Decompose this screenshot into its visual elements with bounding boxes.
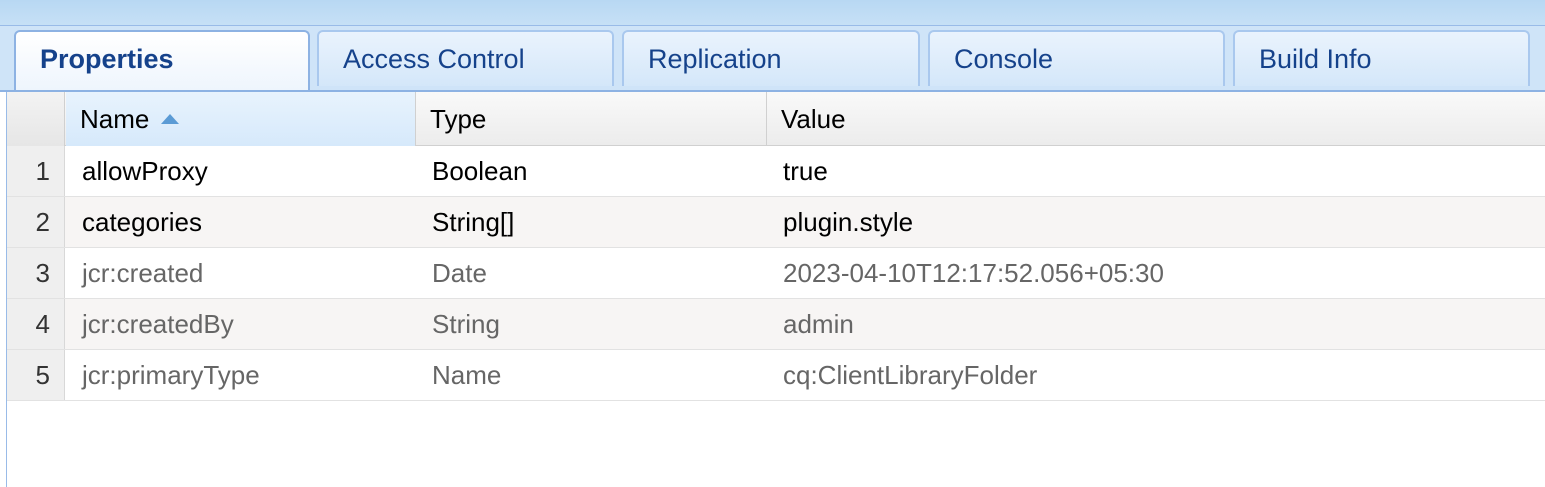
property-type: Date xyxy=(432,258,487,288)
tab-properties[interactable]: Properties xyxy=(14,30,310,90)
property-value: true xyxy=(783,156,828,186)
column-header-name[interactable]: Name xyxy=(66,92,416,146)
row-number: 5 xyxy=(7,350,65,400)
property-type: String[] xyxy=(432,207,515,237)
property-value: plugin.style xyxy=(783,207,914,237)
table-row[interactable]: 4 jcr:createdBy String admin xyxy=(7,299,1545,350)
panel-header-bar xyxy=(0,0,1545,26)
property-value: 2023-04-10T12:17:52.056+05:30 xyxy=(783,258,1164,288)
tab-access-control[interactable]: Access Control xyxy=(317,30,614,86)
property-name: jcr:primaryType xyxy=(82,360,260,390)
property-name: allowProxy xyxy=(82,156,208,186)
property-name: jcr:created xyxy=(82,258,204,288)
row-number: 1 xyxy=(7,146,65,196)
row-number: 2 xyxy=(7,197,65,247)
tab-strip: Properties Access Control Replication Co… xyxy=(0,26,1545,92)
table-row[interactable]: 5 jcr:primaryType Name cq:ClientLibraryF… xyxy=(7,350,1545,401)
tab-build-info[interactable]: Build Info xyxy=(1233,30,1530,86)
column-header-type[interactable]: Type xyxy=(416,92,767,146)
grid-header: Name Type Value xyxy=(7,92,1545,146)
property-type: String xyxy=(432,309,500,339)
property-name: categories xyxy=(82,207,202,237)
tab-replication[interactable]: Replication xyxy=(622,30,920,86)
property-value: cq:ClientLibraryFolder xyxy=(783,360,1038,390)
table-row[interactable]: 1 allowProxy Boolean true xyxy=(7,146,1545,197)
properties-grid: Name Type Value 1 allowProxy Boolean tru… xyxy=(6,92,1545,487)
sort-ascending-icon xyxy=(161,114,180,125)
row-number: 4 xyxy=(7,299,65,349)
property-value: admin xyxy=(783,309,854,339)
row-number: 3 xyxy=(7,248,65,298)
tab-console[interactable]: Console xyxy=(928,30,1225,86)
property-type: Name xyxy=(432,360,502,390)
table-row[interactable]: 3 jcr:created Date 2023-04-10T12:17:52.0… xyxy=(7,248,1545,299)
column-header-name-label: Name xyxy=(80,104,150,134)
column-header-value[interactable]: Value xyxy=(767,92,1545,146)
property-name: jcr:createdBy xyxy=(82,309,234,339)
table-row[interactable]: 2 categories String[] plugin.style xyxy=(7,197,1545,248)
row-number-header xyxy=(7,92,65,146)
property-type: Boolean xyxy=(432,156,528,186)
